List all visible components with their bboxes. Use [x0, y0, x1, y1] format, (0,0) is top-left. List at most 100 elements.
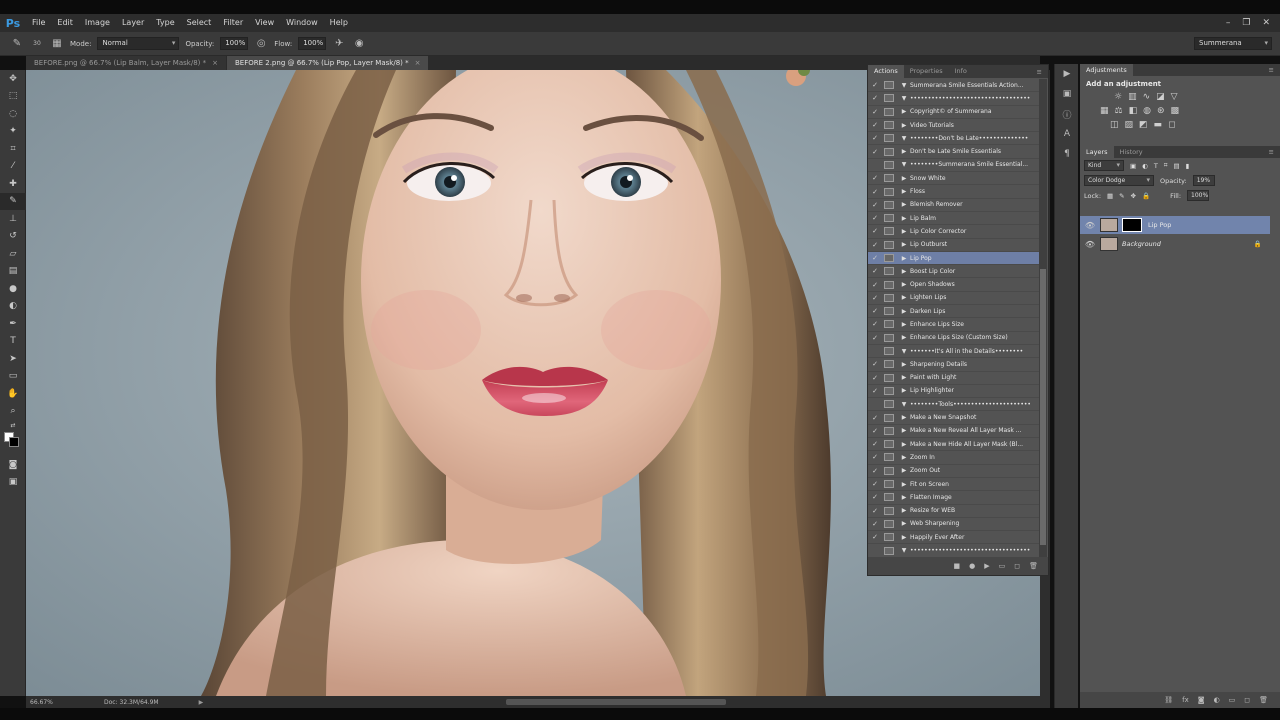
clone-stamp-tool-icon[interactable]: ⊥	[0, 210, 26, 228]
expand-arrow-icon[interactable]: ▶	[898, 334, 910, 341]
actions-scrollbar[interactable]	[1039, 79, 1047, 559]
action-toggle-checkbox[interactable]: ✓	[868, 188, 882, 196]
menu-window[interactable]: Window	[280, 14, 324, 32]
dialog-toggle-box[interactable]	[884, 200, 894, 209]
tab-before-png[interactable]: BEFORE.png @ 66.7% (Lip Balm, Layer Mask…	[26, 56, 226, 70]
posterize-icon[interactable]: ▨	[1125, 120, 1134, 130]
dialog-toggle-box[interactable]	[884, 240, 894, 249]
dialog-toggle-box[interactable]	[884, 174, 894, 183]
dialog-toggle-box[interactable]	[884, 440, 894, 449]
dialog-toggle-box[interactable]	[884, 347, 894, 356]
action-row[interactable]: ✓ ▶ Enhance Lips Size	[868, 318, 1040, 332]
dialog-toggle-box[interactable]	[884, 426, 894, 435]
action-row[interactable]: ✓ ▶ Video Tutorials	[868, 119, 1040, 133]
zoom-tool-icon[interactable]: ⌕	[0, 403, 26, 421]
dialog-toggle-box[interactable]	[884, 480, 894, 489]
tab-before-2-png[interactable]: BEFORE 2.png @ 66.7% (Lip Pop, Layer Mas…	[226, 56, 429, 70]
trash-icon[interactable]: 🗑	[1029, 562, 1038, 570]
menu-image[interactable]: Image	[79, 14, 116, 32]
status-arrow-icon[interactable]: ▶	[199, 699, 204, 706]
action-toggle-checkbox[interactable]: ✓	[868, 414, 882, 422]
expand-arrow-icon[interactable]: ▼	[898, 95, 910, 102]
brush-panel-icon[interactable]: ▦	[50, 37, 64, 51]
filter-toggle-icon[interactable]: ▮	[1186, 162, 1190, 170]
close-tab-icon[interactable]: ×	[212, 59, 218, 67]
marquee-tool-icon[interactable]: ⬚	[0, 88, 26, 106]
expand-arrow-icon[interactable]: ▼	[898, 547, 910, 554]
brush-tool-icon[interactable]: ✎	[0, 192, 26, 210]
expand-arrow-icon[interactable]: ▶	[898, 494, 910, 501]
action-row[interactable]: ✓ ▼ Summerana Smile Essentials Action...	[868, 79, 1040, 93]
pen-tool-icon[interactable]: ✒	[0, 315, 26, 333]
expand-arrow-icon[interactable]: ▶	[898, 215, 910, 222]
lock-transparent-icon[interactable]: ▦	[1107, 192, 1113, 200]
tab-properties[interactable]: Properties	[904, 65, 949, 78]
filter-smart-icon[interactable]: ▤	[1173, 162, 1179, 170]
brightness-icon[interactable]: ☼	[1114, 92, 1122, 102]
action-row[interactable]: ✓ ▶ Paint with Light	[868, 372, 1040, 385]
layer-opacity-field[interactable]: 19%	[1192, 175, 1215, 186]
kind-filter-dropdown[interactable]: Kind	[1084, 160, 1124, 171]
expand-arrow-icon[interactable]: ▶	[898, 321, 910, 328]
dialog-toggle-box[interactable]	[884, 519, 894, 528]
zoom-level[interactable]: 66.67%	[30, 699, 64, 706]
expand-arrow-icon[interactable]: ▶	[898, 520, 910, 527]
add-mask-icon[interactable]: ◙	[1198, 696, 1205, 704]
expand-arrow-icon[interactable]: ▶	[898, 308, 910, 315]
action-row[interactable]: ✓ ▶ Sharpening Details	[868, 358, 1040, 372]
lock-all-icon[interactable]: 🔒	[1142, 192, 1150, 200]
expand-arrow-icon[interactable]: ▶	[898, 361, 910, 368]
lock-image-icon[interactable]: ✎	[1119, 192, 1124, 200]
eraser-tool-icon[interactable]: ▱	[0, 245, 26, 263]
expand-arrow-icon[interactable]: ▶	[898, 534, 910, 541]
action-row[interactable]: ✓ ▶ Lip Color Corrector	[868, 225, 1040, 239]
visibility-eye-icon[interactable]: 👁	[1080, 240, 1100, 249]
panel-menu-icon[interactable]: ≡	[1269, 148, 1274, 156]
visibility-eye-icon[interactable]: 👁	[1080, 221, 1100, 230]
action-row[interactable]: ✓ ▶ Snow White	[868, 172, 1040, 186]
expand-arrow-icon[interactable]: ▶	[898, 294, 910, 301]
channel-mixer-icon[interactable]: ⊛	[1157, 106, 1165, 116]
action-row[interactable]: ✓ ▶ Make a New Hide All Layer Mask (Bl...	[868, 438, 1040, 452]
action-row[interactable]: ✓ ▶ Lip Pop	[868, 251, 1040, 266]
actions-play-icon[interactable]: ▶	[1055, 64, 1079, 84]
curves-icon[interactable]: ∿	[1143, 92, 1151, 102]
record-icon[interactable]: ●	[969, 562, 975, 570]
history-brush-tool-icon[interactable]: ↺	[0, 228, 26, 246]
action-row[interactable]: ✓ ▶ Lip Highlighter	[868, 385, 1040, 399]
filter-shape-icon[interactable]: ⌗	[1164, 161, 1168, 170]
action-toggle-checkbox[interactable]: ✓	[868, 241, 882, 249]
crop-tool-icon[interactable]: ⌗	[0, 140, 26, 158]
action-toggle-checkbox[interactable]: ✓	[868, 121, 882, 129]
move-tool-icon[interactable]: ✥	[0, 70, 26, 88]
gradient-tool-icon[interactable]: ▤	[0, 263, 26, 281]
dialog-toggle-box[interactable]	[884, 466, 894, 475]
color-balance-icon[interactable]: ⚖	[1115, 106, 1123, 116]
action-row[interactable]: ✓ ▶ Boost Lip Color	[868, 265, 1040, 279]
dialog-toggle-box[interactable]	[884, 493, 894, 502]
dialog-toggle-box[interactable]	[884, 320, 894, 329]
menu-select[interactable]: Select	[181, 14, 218, 32]
expand-arrow-icon[interactable]: ▶	[898, 374, 910, 381]
layer-fill-field[interactable]: 100%	[1187, 190, 1210, 201]
tab-history[interactable]: History	[1114, 146, 1149, 159]
close-tab-icon[interactable]: ×	[415, 59, 421, 67]
quick-mask-icon[interactable]: ◙	[0, 456, 26, 474]
flow-field[interactable]: 100%	[298, 37, 327, 50]
background-color[interactable]	[9, 437, 19, 447]
minimize-button[interactable]: –	[1226, 18, 1231, 28]
action-toggle-checkbox[interactable]: ✓	[868, 214, 882, 222]
dodge-tool-icon[interactable]: ◐	[0, 298, 26, 316]
new-action-icon[interactable]: ◻	[1014, 562, 1020, 570]
action-row[interactable]: ✓ ▶ Flatten Image	[868, 491, 1040, 505]
action-toggle-checkbox[interactable]: ✓	[868, 307, 882, 315]
action-toggle-checkbox[interactable]: ✓	[868, 533, 882, 541]
dialog-toggle-box[interactable]	[884, 506, 894, 515]
action-toggle-checkbox[interactable]: ✓	[868, 440, 882, 448]
blur-tool-icon[interactable]: ●	[0, 280, 26, 298]
brush-size-picker[interactable]: 30	[30, 37, 44, 51]
dialog-toggle-box[interactable]	[884, 307, 894, 316]
dialog-toggle-box[interactable]	[884, 121, 894, 130]
action-toggle-checkbox[interactable]: ✓	[868, 493, 882, 501]
expand-arrow-icon[interactable]: ▶	[898, 481, 910, 488]
